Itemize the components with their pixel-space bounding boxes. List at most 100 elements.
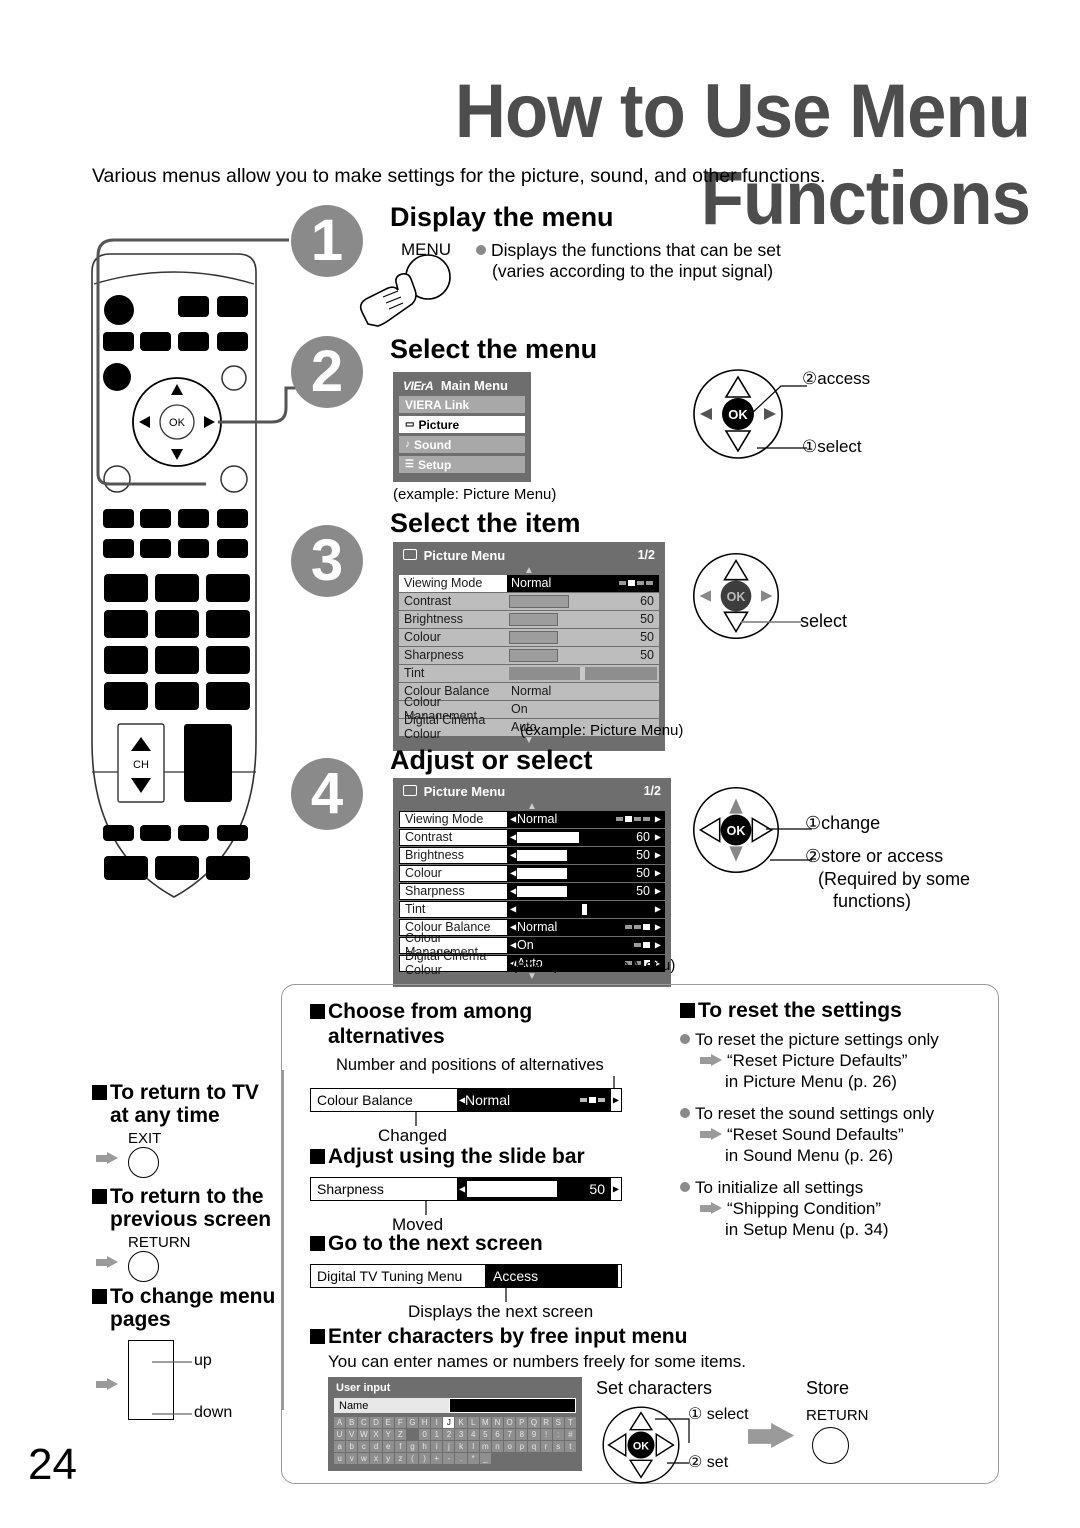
left-arrow-icon[interactable]: ◀ [510, 887, 516, 896]
right-arrow-icon[interactable]: ▶ [655, 815, 661, 824]
slider-knob[interactable] [580, 667, 586, 680]
keyboard-key[interactable]: p [516, 1441, 528, 1452]
left-arrow-icon[interactable]: ◀ [510, 815, 516, 824]
picture-menu-row[interactable]: Tint ◀ ▶ [399, 901, 665, 918]
keyboard-key[interactable]: ( [406, 1453, 419, 1464]
main-menu-item-3[interactable]: ☰ Setup [399, 456, 525, 473]
picture-menu-row[interactable]: Contrast ◀ ▶ 60 [399, 829, 665, 846]
keyboard-key[interactable]: t [564, 1441, 576, 1452]
left-arrow-icon[interactable]: ◀ [510, 941, 516, 950]
keyboard-key[interactable]: 7 [504, 1429, 516, 1440]
keyboard-key[interactable]: + [431, 1453, 443, 1464]
keyboard-key[interactable]: . [455, 1453, 467, 1464]
picture-menu-row[interactable]: Contrast 60 [399, 593, 659, 610]
keyboard-key[interactable]: E [382, 1417, 394, 1428]
keyboard-key[interactable]: ) [419, 1453, 431, 1464]
keyboard-key[interactable]: j [443, 1441, 455, 1452]
keyboard-key[interactable]: c [358, 1441, 370, 1452]
keyboard-key[interactable]: z [394, 1453, 406, 1464]
right-arrow-icon[interactable]: ▶ [655, 887, 661, 896]
picture-menu-row[interactable]: Tint [399, 665, 659, 682]
keyboard-key[interactable]: b [346, 1441, 358, 1452]
keyboard-key[interactable]: i [431, 1441, 443, 1452]
keyboard-key[interactable]: - [443, 1453, 455, 1464]
keyboard-key-selected[interactable]: J [443, 1417, 455, 1428]
keyboard-key[interactable]: * [467, 1453, 479, 1464]
tip-slide-row[interactable]: Sharpness ◀ 50 ▶ [310, 1177, 622, 1201]
keyboard-key[interactable]: f [394, 1441, 406, 1452]
keyboard-key[interactable]: 0 [419, 1429, 431, 1440]
keyboard-key[interactable]: H [419, 1417, 431, 1428]
picture-menu-row[interactable]: Sharpness 50 [399, 647, 659, 664]
left-arrow-icon[interactable]: ◀ [510, 869, 516, 878]
keyboard-key[interactable]: A [334, 1417, 346, 1428]
keyboard-key[interactable]: v [346, 1453, 358, 1464]
keyboard-row-3[interactable]: abcdefghijklmnopqrst [334, 1441, 576, 1452]
keyboard-key[interactable]: x [370, 1453, 382, 1464]
keyboard-key[interactable]: I [431, 1417, 443, 1428]
keyboard-key[interactable]: X [370, 1429, 382, 1440]
keyboard-row-1[interactable]: ABCDEFGHIJKLMNOPQRST [334, 1417, 576, 1428]
main-menu-item-1[interactable]: ▭ Picture [399, 416, 525, 433]
keyboard-key[interactable]: u [334, 1453, 346, 1464]
keyboard-key[interactable]: k [455, 1441, 467, 1452]
main-menu-item-0[interactable]: VIERA Link [399, 396, 525, 413]
keyboard-key[interactable]: R [540, 1417, 552, 1428]
keyboard-key[interactable]: n [491, 1441, 504, 1452]
return-store-button[interactable] [812, 1427, 849, 1464]
keyboard-key[interactable]: Q [528, 1417, 540, 1428]
keyboard-key[interactable]: V [346, 1429, 358, 1440]
keyboard-key[interactable]: L [467, 1417, 479, 1428]
picture-menu-row[interactable]: Colour ◀ ▶ 50 [399, 865, 665, 882]
right-arrow-icon[interactable]: ▶ [655, 923, 661, 932]
keyboard-key[interactable]: 6 [491, 1429, 504, 1440]
tip-alt-row[interactable]: Colour Balance ◀ Normal ▶ [310, 1088, 622, 1112]
keyboard-row-2[interactable]: U V W X Y Z 0 1 2 3 4 5 6 7 8 9!: # [334, 1429, 576, 1440]
keyboard-key[interactable]: 1 [431, 1429, 443, 1440]
right-arrow-icon[interactable]: ▶ [655, 941, 661, 950]
keyboard-key[interactable]: _ [479, 1453, 491, 1464]
keyboard-key[interactable]: d [370, 1441, 382, 1452]
right-arrow-icon[interactable]: ▶ [655, 869, 661, 878]
keyboard-key[interactable]: W [358, 1429, 370, 1440]
left-arrow-icon[interactable]: ◀ [510, 851, 516, 860]
keyboard-key[interactable]: h [419, 1441, 431, 1452]
keyboard-key[interactable]: D [370, 1417, 382, 1428]
keyboard-key[interactable]: e [382, 1441, 394, 1452]
keyboard-key[interactable]: m [479, 1441, 491, 1452]
keyboard-key[interactable]: g [406, 1441, 419, 1452]
keyboard-row-4[interactable]: u v w x y z() + -. * _ [334, 1453, 576, 1464]
keyboard-key[interactable]: 2 [443, 1429, 455, 1440]
keyboard-key[interactable]: P [516, 1417, 528, 1428]
keyboard-key[interactable]: M [479, 1417, 491, 1428]
keyboard-key[interactable]: G [406, 1417, 419, 1428]
keyboard-key[interactable]: 9 [528, 1429, 540, 1440]
picture-menu-row[interactable]: Brightness ◀ ▶ 50 [399, 847, 665, 864]
keyboard-key[interactable]: 8 [516, 1429, 528, 1440]
picture-menu-row[interactable]: Viewing Mode Normal [399, 575, 659, 592]
keyboard-key[interactable]: N [491, 1417, 504, 1428]
keyboard-key[interactable]: 3 [455, 1429, 467, 1440]
main-menu-item-2[interactable]: ♪ Sound [399, 436, 525, 453]
keyboard-key[interactable]: Y [382, 1429, 394, 1440]
keyboard-key[interactable]: : [552, 1429, 564, 1440]
keyboard-key[interactable]: U [334, 1429, 346, 1440]
left-arrow-icon[interactable]: ◀ [510, 923, 516, 932]
keyboard-key[interactable]: C [358, 1417, 370, 1428]
keyboard-key[interactable]: T [564, 1417, 576, 1428]
keyboard-key[interactable]: r [540, 1441, 552, 1452]
keyboard-key[interactable]: S [552, 1417, 564, 1428]
keyboard-key[interactable]: w [358, 1453, 370, 1464]
keyboard-key[interactable]: l [467, 1441, 479, 1452]
keyboard-key[interactable]: ! [540, 1429, 552, 1440]
user-input-field[interactable] [449, 1398, 576, 1413]
right-arrow-icon[interactable]: ▶ [655, 905, 661, 914]
keyboard-key[interactable]: Z [394, 1429, 406, 1440]
keyboard-key[interactable]: B [346, 1417, 358, 1428]
keyboard-key[interactable]: 4 [467, 1429, 479, 1440]
exit-button[interactable] [128, 1147, 159, 1178]
picture-menu-row[interactable]: Sharpness ◀ ▶ 50 [399, 883, 665, 900]
keyboard-key[interactable]: O [504, 1417, 516, 1428]
keyboard-key[interactable]: y [382, 1453, 394, 1464]
keyboard-key[interactable]: 5 [479, 1429, 491, 1440]
